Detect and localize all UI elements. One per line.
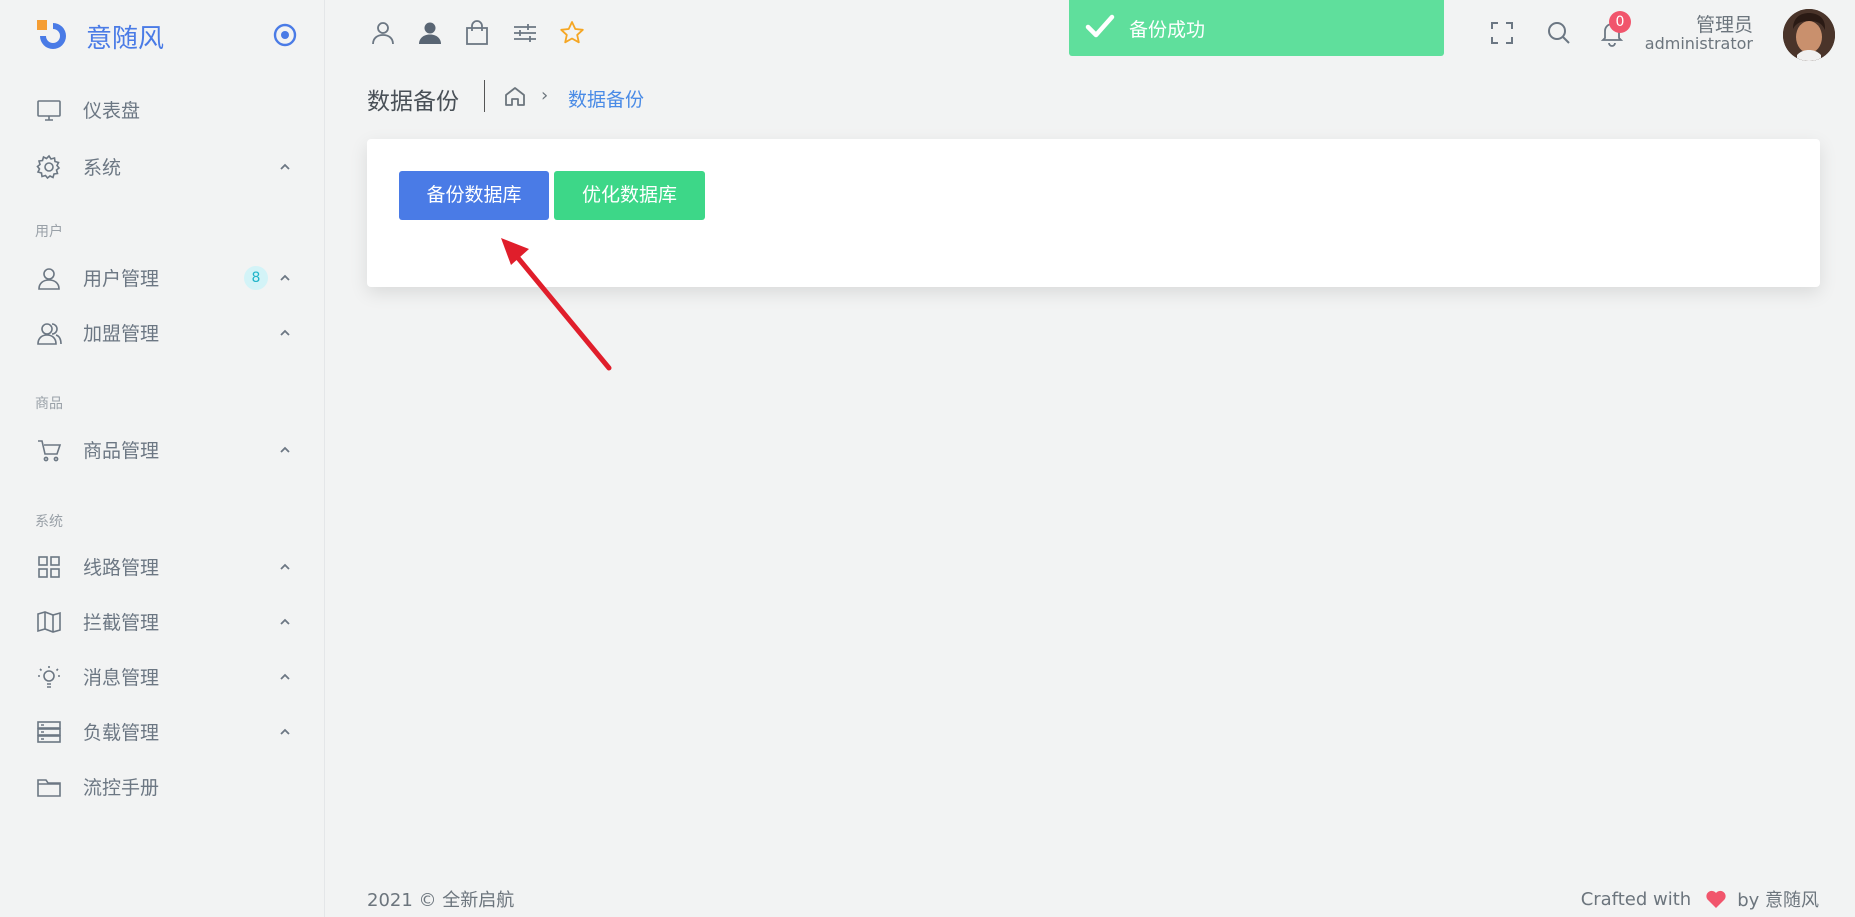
star-icon[interactable] bbox=[558, 19, 586, 47]
sidebar-item-system[interactable]: 系统 bbox=[0, 146, 325, 186]
section-title-system: 系统 bbox=[35, 514, 63, 530]
breadcrumb-current: 数据备份 bbox=[568, 89, 645, 111]
sidebar-item-label: 负载管理 bbox=[83, 721, 160, 744]
title-divider bbox=[484, 80, 485, 112]
sidebar-item-dashboard[interactable]: 仪表盘 bbox=[0, 89, 325, 129]
shopping-bag-icon[interactable] bbox=[463, 19, 491, 47]
sidebar-item-franchise-management[interactable]: 加盟管理 bbox=[0, 312, 325, 352]
footer-crafted-prefix: Crafted with bbox=[1580, 888, 1692, 910]
footer-crafted-suffix: by 意随风 bbox=[1737, 890, 1819, 911]
monitor-icon bbox=[36, 97, 62, 123]
home-icon[interactable] bbox=[503, 84, 527, 108]
sidebar-item-label: 用户管理 bbox=[83, 267, 160, 290]
chevron-right-icon: › bbox=[541, 85, 549, 106]
annotation-arrow bbox=[501, 238, 612, 371]
sidebar-item-intercept-management[interactable]: 拦截管理 bbox=[0, 601, 325, 641]
backup-database-button[interactable]: 备份数据库 bbox=[399, 171, 549, 220]
user-outline-icon[interactable] bbox=[369, 19, 397, 47]
heart-icon bbox=[1705, 889, 1727, 909]
success-toast: 备份成功 bbox=[1069, 0, 1444, 56]
optimize-database-button[interactable]: 优化数据库 bbox=[554, 171, 705, 220]
section-title-products: 商品 bbox=[35, 396, 63, 412]
sidebar-item-label: 仪表盘 bbox=[83, 99, 141, 122]
toast-message: 备份成功 bbox=[1129, 18, 1206, 41]
gear-icon bbox=[36, 154, 62, 180]
user-solid-icon[interactable] bbox=[416, 19, 444, 47]
user-role: administrator bbox=[1644, 34, 1753, 53]
sidebar-item-label: 线路管理 bbox=[83, 556, 160, 579]
target-icon[interactable] bbox=[272, 22, 298, 48]
brand[interactable]: 意随风 bbox=[36, 18, 164, 54]
user-icon bbox=[36, 265, 62, 291]
count-badge: 8 bbox=[244, 266, 268, 290]
search-icon[interactable] bbox=[1545, 19, 1573, 47]
chevron-up-icon bbox=[278, 724, 292, 738]
sidebar-item-message-management[interactable]: 消息管理 bbox=[0, 656, 325, 696]
bulb-icon bbox=[36, 664, 62, 690]
chevron-up-icon bbox=[278, 270, 292, 284]
footer-credit: Crafted with by 意随风 bbox=[1581, 886, 1819, 912]
sidebar-item-label: 系统 bbox=[83, 156, 122, 179]
folder-icon bbox=[36, 774, 62, 800]
chevron-up-icon bbox=[278, 669, 292, 683]
user-name[interactable]: 管理员 bbox=[1696, 10, 1753, 37]
sidebar-item-label: 流控手册 bbox=[83, 776, 160, 799]
sidebar-item-product-management[interactable]: 商品管理 bbox=[0, 429, 325, 469]
users-icon bbox=[36, 320, 62, 346]
sidebar-item-user-management[interactable]: 用户管理 8 bbox=[0, 257, 325, 297]
sidebar-item-load-management[interactable]: 负载管理 bbox=[0, 711, 325, 751]
chevron-up-icon bbox=[278, 559, 292, 573]
chevron-up-icon bbox=[278, 614, 292, 628]
sidebar-item-label: 加盟管理 bbox=[83, 322, 160, 345]
brand-logo-icon bbox=[36, 19, 70, 53]
grid-icon bbox=[36, 554, 62, 580]
cart-icon bbox=[36, 437, 62, 463]
sidebar-item-label: 拦截管理 bbox=[83, 611, 160, 634]
sidebar-item-route-management[interactable]: 线路管理 bbox=[0, 546, 325, 586]
chevron-up-icon bbox=[278, 325, 292, 339]
sidebar-item-label: 商品管理 bbox=[83, 439, 160, 462]
map-icon bbox=[36, 609, 62, 635]
section-title-users: 用户 bbox=[35, 224, 63, 240]
sidebar-item-label: 消息管理 bbox=[83, 666, 160, 689]
avatar[interactable] bbox=[1783, 9, 1835, 61]
server-icon bbox=[36, 719, 62, 745]
chevron-up-icon bbox=[278, 159, 292, 173]
sliders-icon[interactable] bbox=[511, 19, 539, 47]
topbar: 备份成功 0 管理员 administrator bbox=[325, 0, 1855, 70]
sidebar-item-flow-control-manual[interactable]: 流控手册 bbox=[0, 766, 325, 806]
brand-name: 意随风 bbox=[86, 23, 165, 54]
page-title: 数据备份 bbox=[367, 89, 459, 115]
footer-copyright: 2021 © 全新启航 bbox=[367, 890, 515, 911]
check-icon bbox=[1085, 13, 1115, 43]
sidebar: 意随风 仪表盘 系统 用户 用户管理 8 加盟管理 商品 商品管理 系统 线路管… bbox=[0, 0, 325, 917]
chevron-up-icon bbox=[278, 442, 292, 456]
notification-badge: 0 bbox=[1609, 11, 1631, 33]
fullscreen-icon[interactable] bbox=[1488, 19, 1516, 47]
